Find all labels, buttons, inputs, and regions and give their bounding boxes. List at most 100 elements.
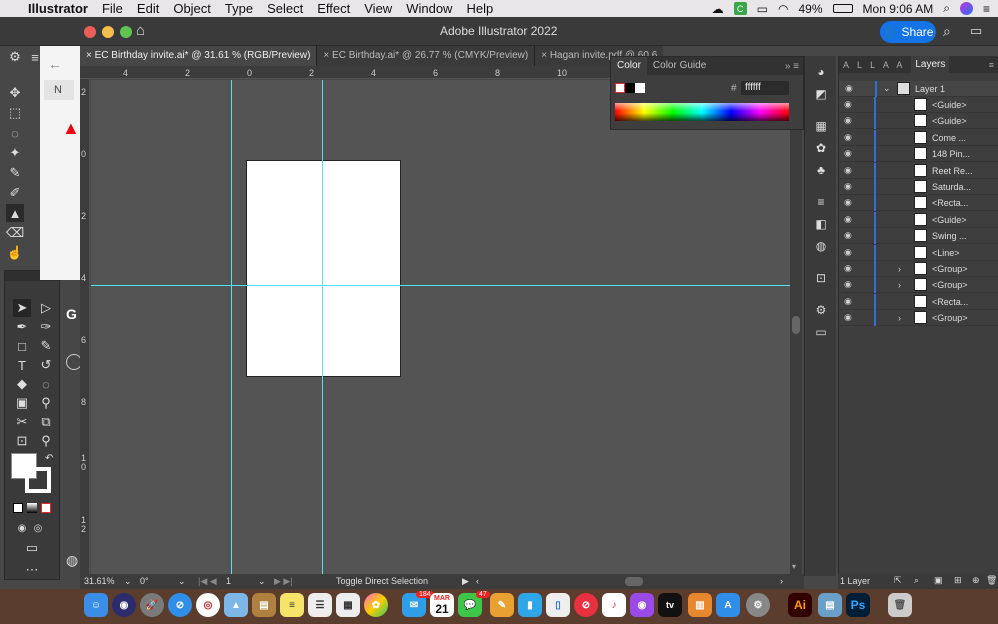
scroll-down-arrow-icon[interactable]: ▾ <box>792 562 796 571</box>
layer-row[interactable]: ◉ › <Group> <box>838 309 998 326</box>
status-menu-arrow-icon[interactable]: ▶ <box>462 576 469 587</box>
scrollbar-thumb[interactable] <box>792 316 800 334</box>
visibility-eye-icon[interactable]: ◉ <box>844 115 852 126</box>
artboard-dropdown-icon[interactable]: ⌄ <box>258 576 266 587</box>
visibility-eye-icon[interactable]: ◉ <box>844 99 852 110</box>
transparency-icon[interactable]: ◍ <box>813 238 829 254</box>
layer-row[interactable]: ◉ <Line> <box>838 244 998 261</box>
reminders-icon[interactable]: ☰ <box>308 593 332 617</box>
panel-switcher-icon[interactable]: ▭ <box>970 23 982 39</box>
type-tool-icon[interactable]: T <box>13 356 31 374</box>
app-store-icon[interactable]: A <box>716 593 740 617</box>
chevron-right-icon[interactable]: › <box>898 313 901 323</box>
export-icon[interactable]: ⇱ <box>894 575 902 586</box>
notes-icon[interactable]: ≡ <box>280 593 304 617</box>
menu-help[interactable]: Help <box>466 1 493 16</box>
visibility-eye-icon[interactable]: ◉ <box>844 148 852 159</box>
smudge-tool-icon[interactable]: ☝ <box>6 244 24 262</box>
tab-layers[interactable]: Layers <box>911 56 950 73</box>
apple-tv-icon[interactable]: tv <box>658 593 682 617</box>
stamp-tool-icon[interactable]: ▲ <box>6 204 24 222</box>
magic-wand-icon[interactable]: ✦ <box>6 144 24 162</box>
layer-row[interactable]: ◉ › <Group> <box>838 276 998 293</box>
vertical-guide[interactable] <box>322 80 323 574</box>
layer-row[interactable]: ◉ <Guide> <box>838 211 998 228</box>
layers-menu-icon[interactable]: ≡ <box>989 60 998 70</box>
color-panel-icon[interactable]: ◕ <box>813 64 829 80</box>
airplay-icon[interactable]: ▭ <box>757 2 768 16</box>
clock[interactable]: Mon 9:06 AM <box>863 2 934 16</box>
visibility-eye-icon[interactable]: ◉ <box>844 296 852 307</box>
home-icon[interactable]: ⌂ <box>136 22 145 39</box>
visibility-eye-icon[interactable]: ◉ <box>844 165 852 176</box>
layer-row[interactable]: ◉ › <Group> <box>838 260 998 277</box>
battery-icon[interactable] <box>832 4 853 13</box>
spotlight-search-icon[interactable]: ⌕ <box>943 1 950 16</box>
layer-row[interactable]: ◉ 148 Pin... <box>838 145 998 162</box>
new-layer-icon[interactable]: ⊕ <box>972 575 980 586</box>
calendar-icon[interactable]: MAR 21 <box>430 593 454 617</box>
symbols-icon[interactable]: ♣ <box>813 162 829 178</box>
artboard[interactable] <box>246 160 401 377</box>
blend-tool-icon[interactable]: ⧉ <box>37 413 55 431</box>
visibility-eye-icon[interactable]: ◉ <box>844 263 852 274</box>
layer-row[interactable]: ◉ <Recta... <box>838 293 998 310</box>
tab-close-icon[interactable]: × <box>86 50 92 61</box>
safari-icon[interactable]: ⊘ <box>168 593 192 617</box>
creative-cloud-icon[interactable]: ☁ <box>712 2 724 16</box>
finder-icon[interactable]: ☺ <box>84 593 108 617</box>
control-center-icon[interactable]: ≡ <box>983 2 990 16</box>
zoom-window-icon[interactable] <box>120 26 132 38</box>
menu-select[interactable]: Select <box>267 1 303 16</box>
menu-app-name[interactable]: Illustrator <box>28 1 88 16</box>
direct-selection-tool-icon[interactable]: ▷ <box>37 299 55 317</box>
black-swatch[interactable] <box>625 83 635 93</box>
brush-tool-icon[interactable]: ✐ <box>6 184 24 202</box>
canvas-area[interactable] <box>91 80 790 574</box>
c-app-icon[interactable]: C <box>733 2 747 15</box>
artboard-tool-icon[interactable]: ⊡ <box>13 432 31 450</box>
chrome-icon[interactable]: ◎ <box>196 593 220 617</box>
gradient-tool-icon[interactable]: ▣ <box>13 394 31 412</box>
selection-tool-icon[interactable]: ➤ <box>13 299 31 317</box>
keynote-icon[interactable]: ▯ <box>546 593 570 617</box>
wifi-icon[interactable]: ◠ <box>778 2 788 16</box>
swap-fill-stroke-icon[interactable]: ↶ <box>45 453 53 464</box>
artboards-icon[interactable]: ⊡ <box>813 270 829 286</box>
draw-behind-icon[interactable]: ◎ <box>29 519 47 537</box>
trash-icon[interactable]: 🗑 <box>888 593 912 617</box>
visibility-eye-icon[interactable]: ◉ <box>844 230 852 241</box>
vertical-scrollbar[interactable]: ▾ <box>790 66 802 576</box>
shape-builder-icon[interactable]: ✂ <box>13 413 31 431</box>
brushes-icon[interactable]: ✿ <box>813 140 829 156</box>
rotate-tool-icon[interactable]: ↺ <box>37 356 55 374</box>
illustrator-dock-icon[interactable]: Ai <box>788 593 812 617</box>
tab-color[interactable]: Color <box>611 57 647 75</box>
zoom-dropdown-icon[interactable]: ⌄ <box>124 576 132 587</box>
tab-ec-birthday[interactable]: × EC Birthday.ai* @ 26.77 % (CMYK/Previe… <box>317 46 536 66</box>
curvature-tool-icon[interactable]: ✑ <box>37 318 55 336</box>
menu-window[interactable]: Window <box>406 1 452 16</box>
hscroll-left-icon[interactable]: ‹ <box>476 576 479 586</box>
menu-object[interactable]: Object <box>173 1 211 16</box>
tab-color-guide[interactable]: Color Guide <box>647 57 712 75</box>
chevron-down-icon[interactable]: ⌄ <box>883 83 891 94</box>
visibility-eye-icon[interactable]: ◉ <box>844 181 852 192</box>
siri-icon[interactable] <box>959 2 973 15</box>
menu-file[interactable]: File <box>102 1 123 16</box>
properties-icon[interactable]: ⚙ <box>813 302 829 318</box>
tab-ec-birthday-invite[interactable]: × EC Birthday invite.ai* @ 31.61 % (RGB/… <box>80 46 318 66</box>
photoshop-dock-icon[interactable]: Ps <box>846 593 870 617</box>
layer-row[interactable]: ◉ Saturda... <box>838 178 998 195</box>
panel-menu-icon[interactable]: » ≡ <box>785 61 803 72</box>
locate-object-icon[interactable]: ⌕ <box>914 575 919 586</box>
tab-close-icon[interactable]: × <box>541 50 547 61</box>
layer-row-layer-1[interactable]: ◉ ⌄ Layer 1 <box>839 80 998 97</box>
next-artboard-icon[interactable]: ▶ ▶| <box>274 576 293 587</box>
marquee-tool-icon[interactable]: ⬚ <box>6 104 24 122</box>
visibility-eye-icon[interactable]: ◉ <box>844 214 852 225</box>
launchpad-icon[interactable]: 🚀 <box>140 593 164 617</box>
vertical-guide[interactable] <box>231 80 232 574</box>
pen-tool-icon[interactable]: ✒ <box>13 318 31 336</box>
eyedropper-icon[interactable]: ⚲ <box>37 394 55 412</box>
